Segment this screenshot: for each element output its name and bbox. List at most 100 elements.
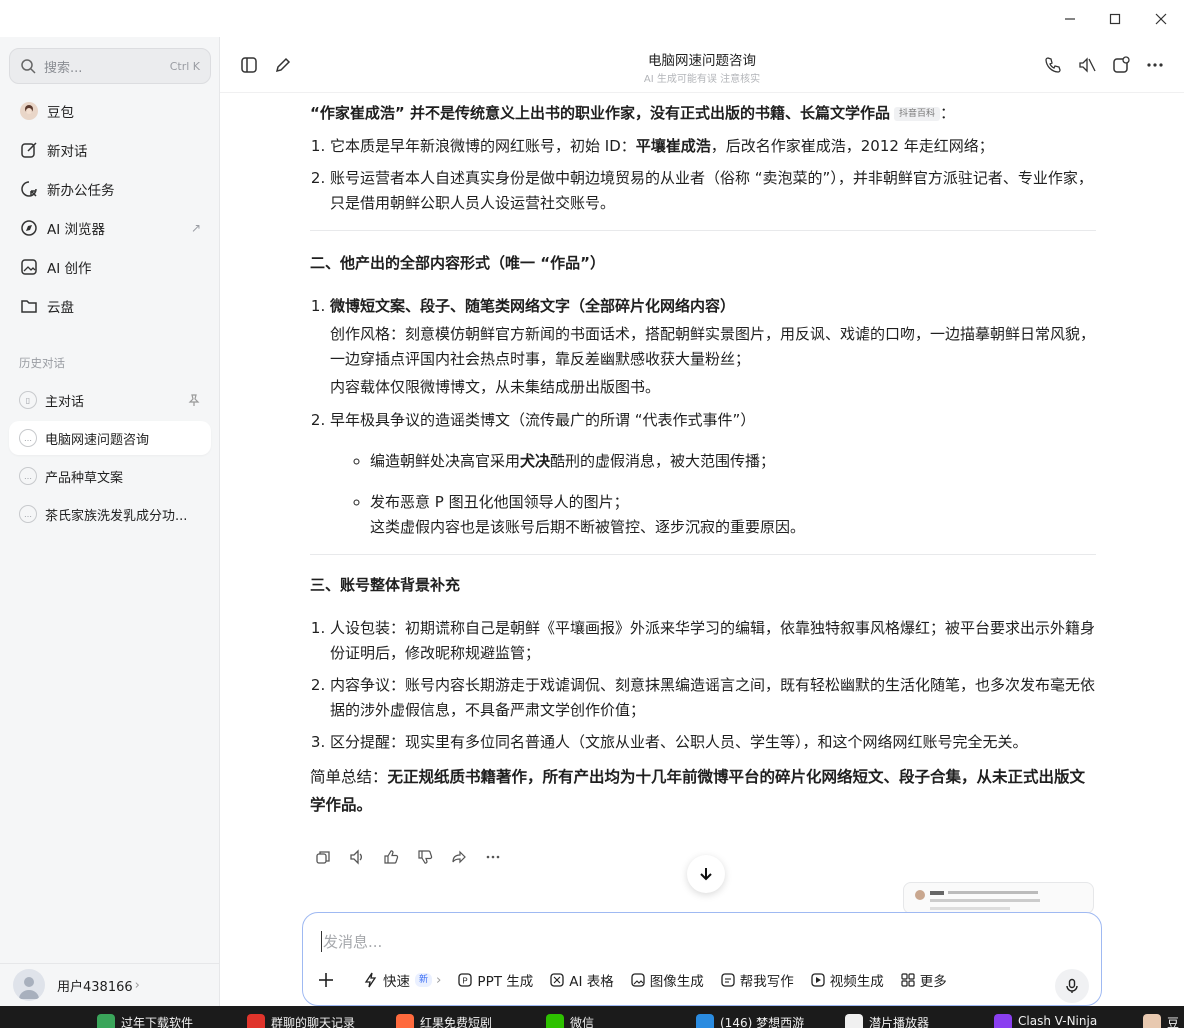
microphone-icon (1066, 978, 1078, 993)
app-icon (994, 1014, 1012, 1028)
taskbar-item-label: 微信 (570, 1016, 595, 1028)
taskbar-item[interactable]: 红果免费短剧 (396, 1014, 492, 1028)
nav-new-chat-label: 新对话 (47, 144, 88, 160)
list-item: 早年极具争议的造谣类博文（流传最广的所谓 “代表作式事件”） 编造朝鲜处决高官采… (330, 408, 1096, 540)
taskbar-item[interactable]: Clash V-Ninja (994, 1014, 1097, 1028)
history-item[interactable]: ▯ 主对话 (9, 383, 211, 417)
chat-header: 电脑网速问题咨询 AI 生成可能有误 注意核实 (220, 37, 1184, 93)
list-item: 账号运营者本人自述真实身份是做中朝边境贸易的从业者（俗称 “卖泡菜的”），并非朝… (330, 166, 1096, 216)
history-item-active[interactable]: … 电脑网速问题咨询 (9, 421, 211, 455)
ppt-icon: P (458, 973, 473, 987)
list-item: 内容争议：账号内容长期游走于戏谑调侃、刻意抹黑编造谣言之间，既有轻松幽默的生活化… (330, 673, 1096, 723)
nav-office-task[interactable]: 新办公任务 (9, 171, 211, 207)
thumbnail-preview-image (915, 890, 1040, 910)
nav-ai-browser[interactable]: AI 浏览器 ↗ (9, 210, 211, 246)
add-attachment-button[interactable] (317, 971, 340, 989)
divider (310, 230, 1096, 231)
app-icon (696, 1014, 714, 1028)
history-item-label: 主对话 (45, 394, 85, 410)
nav-office-task-label: 新办公任务 (47, 183, 115, 199)
taskbar-item[interactable]: (146) 梦想西游 (696, 1014, 804, 1028)
sidebar: 搜索... Ctrl K 豆包 新对话 新办公任务 AI 浏览器 ↗ AI 创作 (0, 37, 220, 1006)
pin-icon[interactable] (187, 393, 201, 407)
section-heading: 三、账号整体背景补充 (310, 576, 461, 594)
user-profile[interactable]: 用户438166 › (0, 963, 219, 1006)
list-item: 人设包装：初期谎称自己是朝鲜《平壤画报》外派来华学习的编辑，依靠独特叙事风格爆红… (330, 616, 1096, 666)
list-item-text: 它本质是早年新浪微博的网红账号，初始 ID： (330, 137, 636, 155)
app-icon (546, 1014, 564, 1028)
image-generate-button[interactable]: 图像生成 (631, 970, 704, 990)
taskbar-item-label: (146) 梦想西游 (720, 1016, 805, 1028)
maximize-button[interactable] (1104, 8, 1126, 30)
chevron-right-icon: › (134, 977, 140, 993)
thumbs-down-icon[interactable] (415, 847, 435, 867)
list-item-title: 微博短文案、段子、随笔类网络文字（全部碎片化网络内容） (330, 297, 736, 315)
grid-icon (901, 973, 915, 987)
office-task-icon (19, 179, 39, 199)
taskbar-item-label: 潜片播放器 (869, 1016, 930, 1028)
app-icon (97, 1014, 115, 1028)
nav-doubao-label: 豆包 (47, 105, 74, 121)
video-icon (811, 973, 825, 987)
search-shortcut: Ctrl K (169, 59, 200, 73)
chat-main: 电脑网速问题咨询 AI 生成可能有误 注意核实 “作家崔成浩” 并不是传统意义上… (220, 37, 1184, 1006)
doubao-avatar-icon (19, 101, 39, 121)
taskbar-item[interactable]: 潜片播放器 (845, 1014, 929, 1028)
quick-mode-label: 快速 (383, 974, 410, 990)
more-tools-button[interactable]: 更多 (901, 970, 947, 990)
nav-new-chat[interactable]: 新对话 (9, 132, 211, 168)
reference-thumbnail[interactable] (903, 882, 1094, 914)
voice-input-button[interactable] (1055, 969, 1089, 1003)
content-forms-list: 微博短文案、段子、随笔类网络文字（全部碎片化网络内容） 创作风格：刻意模仿朝鲜官… (310, 294, 1096, 540)
list-item-text: 创作风格：刻意模仿朝鲜官方新闻的书面话术，搭配朝鲜实景图片，用反讽、戏谑的口吻，… (330, 325, 1096, 368)
list-item: 区分提醒：现实里有多位同名普通人（文旅从业者、公职人员、学生等），和这个网络网红… (330, 730, 1096, 755)
assistant-message: “作家崔成浩” 并不是传统意义上出书的职业作家，没有正式出版的书籍、长篇文学作品… (310, 101, 1096, 819)
help-write-button[interactable]: 帮我写作 (721, 970, 794, 990)
minimize-button[interactable] (1059, 8, 1081, 30)
history-item[interactable]: … 茶氏家族洗发乳成分功... (9, 497, 211, 531)
taskbar-item[interactable]: 豆 (1143, 1014, 1179, 1028)
message-composer[interactable]: 发消息... 快速 新 › P PPT 生成 AI 表格 图像生成 帮我写作 视… (302, 912, 1102, 1006)
avatar (13, 969, 45, 1001)
image-icon (631, 973, 645, 987)
list-item-text: ，后改名作家崔成浩，2012 年走红网络； (710, 137, 994, 155)
nav-cloud-drive[interactable]: 云盘 (9, 288, 211, 324)
list-item: 它本质是早年新浪微博的网红账号，初始 ID：平壤崔成浩，后改名作家崔成浩，201… (330, 134, 1096, 159)
taskbar-item[interactable]: 群聊的聊天记录 (247, 1014, 355, 1028)
taskbar-item[interactable]: 过年下载软件 (97, 1014, 193, 1028)
scroll-to-bottom-button[interactable] (687, 855, 725, 893)
share-icon[interactable] (449, 847, 469, 867)
quick-mode-button[interactable]: 快速 新 › (364, 970, 441, 990)
speaker-icon[interactable] (347, 847, 367, 867)
mute-speaker-icon[interactable] (1076, 54, 1098, 76)
more-actions-icon[interactable] (483, 847, 503, 867)
more-options-icon[interactable] (1144, 54, 1166, 76)
close-window-button[interactable] (1150, 8, 1172, 30)
ai-table-button[interactable]: AI 表格 (550, 970, 614, 990)
video-generate-button[interactable]: 视频生成 (811, 970, 884, 990)
sub-item-text: 发布恶意 P 图丑化他国领导人的图片； (370, 493, 629, 511)
account-background-list: 人设包装：初期谎称自己是朝鲜《平壤画报》外派来华学习的编辑，依靠独特叙事风格爆红… (310, 616, 1096, 755)
thumbs-up-icon[interactable] (381, 847, 401, 867)
search-box[interactable]: 搜索... Ctrl K (9, 48, 211, 84)
external-link-icon: ↗ (190, 221, 201, 235)
source-tag[interactable]: 抖音百科 (893, 106, 940, 121)
phone-call-icon[interactable] (1042, 54, 1064, 76)
nav-doubao[interactable]: 豆包 (9, 93, 211, 129)
sub-item-bold: 犬决 (520, 452, 551, 470)
minimize-icon (1065, 18, 1075, 20)
image-generate-label: 图像生成 (649, 974, 704, 990)
history-item[interactable]: … 产品种草文案 (9, 459, 211, 493)
share-window-icon[interactable] (1110, 54, 1132, 76)
ppt-generate-button[interactable]: P PPT 生成 (458, 970, 533, 990)
nav-ai-create[interactable]: AI 创作 (9, 249, 211, 285)
intro-bold-text: “作家崔成浩” 并不是传统意义上出书的职业作家，没有正式出版的书籍、长篇文学作品 (310, 104, 890, 122)
section-heading: 二、他产出的全部内容形式（唯一 “作品”） (310, 254, 605, 272)
arrow-down-icon (700, 868, 712, 881)
copy-icon[interactable] (313, 847, 333, 867)
taskbar-item[interactable]: 微信 (546, 1014, 594, 1028)
help-write-label: 帮我写作 (739, 974, 794, 990)
message-input[interactable]: 发消息... (321, 931, 382, 952)
compass-icon (19, 218, 39, 238)
new-chat-icon (19, 140, 39, 160)
